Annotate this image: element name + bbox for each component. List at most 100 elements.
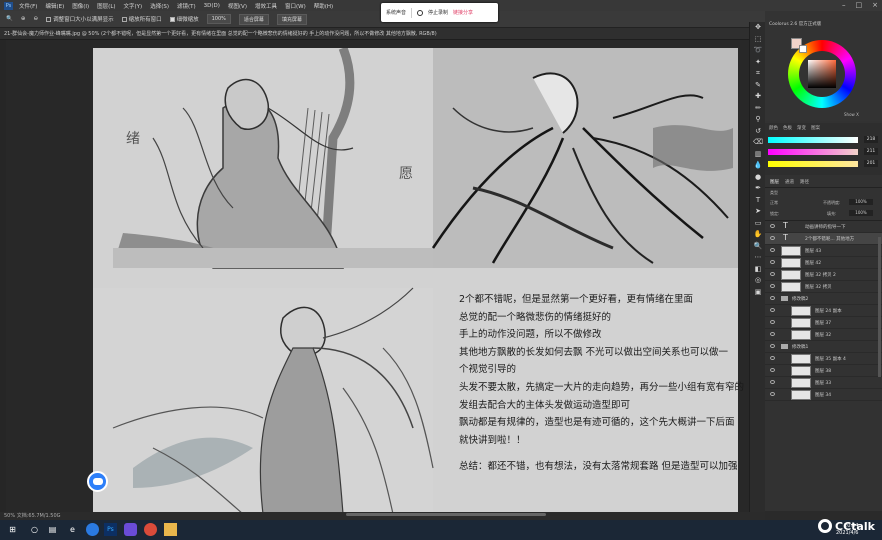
system-audio-toggle[interactable]: 系统声音 xyxy=(386,9,406,16)
slider-g[interactable]: 211 xyxy=(768,147,882,157)
tab-channels[interactable]: 通道 xyxy=(785,179,794,185)
layer-row[interactable]: 图层 35 副本 4 xyxy=(765,353,882,365)
zoom-out-icon[interactable]: ⊖ xyxy=(33,16,38,22)
color-mode-label[interactable]: Show X xyxy=(844,112,859,117)
hand-tool-icon[interactable]: ✋ xyxy=(750,229,766,241)
menu-edit[interactable]: 编辑(E) xyxy=(45,2,64,10)
slider-track[interactable] xyxy=(768,137,858,143)
close-icon[interactable]: × xyxy=(872,1,878,9)
brush-tool-icon[interactable]: ✏ xyxy=(750,103,766,115)
app-purple-icon[interactable] xyxy=(124,523,137,536)
saturation-square[interactable] xyxy=(808,60,836,88)
foreground-color-icon[interactable]: ◧ xyxy=(750,264,766,276)
layer-row[interactable]: T 动画讲师的指导一下 xyxy=(765,221,882,233)
tab-gradients[interactable]: 渐变 xyxy=(797,125,806,131)
marquee-tool-icon[interactable]: ⬚ xyxy=(750,34,766,46)
layer-row[interactable]: 图层 32 xyxy=(765,329,882,341)
layer-group-row[interactable]: 修改稿1 xyxy=(765,341,882,353)
tab-paths[interactable]: 路径 xyxy=(800,179,809,185)
blur-tool-icon[interactable]: 💧 xyxy=(750,160,766,172)
move-tool-icon[interactable]: ✥ xyxy=(750,22,766,34)
visibility-eye-icon[interactable] xyxy=(770,320,775,324)
quick-mask-icon[interactable]: ◎ xyxy=(750,275,766,287)
layer-row[interactable]: 图层 32 拷贝 xyxy=(765,281,882,293)
menu-plugins[interactable]: 增效工具 xyxy=(255,2,277,10)
menu-3d[interactable]: 3D(D) xyxy=(204,3,220,9)
menu-image[interactable]: 图像(I) xyxy=(72,2,89,10)
fill-screen-button[interactable]: 填充屏幕 xyxy=(276,13,307,25)
visibility-eye-icon[interactable] xyxy=(770,296,775,300)
scrubby-zoom-option[interactable]: 细微缩放 xyxy=(169,15,199,23)
layer-row[interactable]: 图层 43 xyxy=(765,245,882,257)
visibility-eye-icon[interactable] xyxy=(770,284,775,288)
pen-tool-icon[interactable]: ✒ xyxy=(750,183,766,195)
gradient-tool-icon[interactable]: ▥ xyxy=(750,149,766,161)
tab-color[interactable]: 颜色 xyxy=(769,125,778,131)
stop-record-icon[interactable] xyxy=(417,9,424,16)
share-link-button[interactable]: 链接分享 xyxy=(453,9,473,16)
layer-row[interactable]: 图层 38 xyxy=(765,365,882,377)
visibility-eye-icon[interactable] xyxy=(770,380,775,384)
app-red-icon[interactable] xyxy=(144,523,157,536)
layer-row[interactable]: 图层 24 副本 xyxy=(765,305,882,317)
slider-value[interactable]: 201 xyxy=(864,160,878,167)
layers-scrollbar[interactable] xyxy=(878,237,881,377)
more-tools-icon[interactable]: ⋯ xyxy=(750,252,766,264)
history-brush-icon[interactable]: ↺ xyxy=(750,126,766,138)
tab-patterns[interactable]: 图案 xyxy=(811,125,820,131)
zoom-tool-icon[interactable]: 🔍 xyxy=(750,241,766,253)
screen-mode-icon[interactable]: ▣ xyxy=(750,287,766,299)
fit-screen-button[interactable]: 适合屏幕 xyxy=(238,13,269,25)
menu-window[interactable]: 窗口(W) xyxy=(285,2,306,10)
zoom-in-icon[interactable]: ⊕ xyxy=(21,16,26,22)
dodge-tool-icon[interactable]: ● xyxy=(750,172,766,184)
zoom-value-field[interactable]: 100% xyxy=(206,14,231,24)
visibility-eye-icon[interactable] xyxy=(770,248,775,252)
slider-b[interactable]: 201 xyxy=(768,159,882,169)
windows-start-icon[interactable]: ⊞ xyxy=(6,523,19,536)
blend-mode-select[interactable]: 正常 xyxy=(770,200,778,206)
slider-r[interactable]: 218 xyxy=(768,135,882,145)
menu-file[interactable]: 文件(F) xyxy=(19,2,37,10)
menu-help[interactable]: 帮助(H) xyxy=(314,2,333,10)
quick-select-icon[interactable]: ✦ xyxy=(750,57,766,69)
menu-layer[interactable]: 图层(L) xyxy=(97,2,115,10)
file-explorer-icon[interactable] xyxy=(164,523,177,536)
slider-value[interactable]: 218 xyxy=(864,136,878,143)
task-view-icon[interactable]: ▤ xyxy=(46,523,59,536)
layer-row[interactable]: 图层 37 xyxy=(765,317,882,329)
kind-filter[interactable]: 类型 xyxy=(770,190,778,196)
visibility-eye-icon[interactable] xyxy=(770,224,775,228)
menu-type[interactable]: 文字(Y) xyxy=(124,2,143,10)
zoom-all-option[interactable]: 缩放所有窗口 xyxy=(121,15,162,23)
zoom-tool-icon[interactable]: 🔍 xyxy=(6,16,13,22)
scroll-thumb[interactable] xyxy=(346,513,546,516)
layer-row[interactable]: T 2个都不错呢... 其他地方 xyxy=(765,233,882,245)
visibility-eye-icon[interactable] xyxy=(770,260,775,264)
layer-row[interactable]: 图层 33 xyxy=(765,377,882,389)
visibility-eye-icon[interactable] xyxy=(770,236,775,240)
healing-brush-icon[interactable]: ✚ xyxy=(750,91,766,103)
visibility-eye-icon[interactable] xyxy=(770,356,775,360)
photoshop-app-icon[interactable]: Ps xyxy=(104,523,117,536)
tab-layers[interactable]: 图层 xyxy=(770,179,779,185)
visibility-eye-icon[interactable] xyxy=(770,368,775,372)
chrome-icon[interactable] xyxy=(86,523,99,536)
layer-row[interactable]: 图层 34 xyxy=(765,389,882,401)
slider-value[interactable]: 211 xyxy=(864,148,878,155)
background-swatch[interactable] xyxy=(799,45,807,53)
search-icon[interactable]: ○ xyxy=(28,523,41,536)
layer-group-row[interactable]: 修改稿2 xyxy=(765,293,882,305)
layer-row[interactable]: 图层 42 xyxy=(765,257,882,269)
layer-row[interactable]: 图层 32 拷贝 2 xyxy=(765,269,882,281)
crop-tool-icon[interactable]: ⌗ xyxy=(750,68,766,80)
menu-filter[interactable]: 滤镜(T) xyxy=(177,2,196,10)
menu-view[interactable]: 视图(V) xyxy=(228,2,247,10)
clone-stamp-icon[interactable]: ⚲ xyxy=(750,114,766,126)
visibility-eye-icon[interactable] xyxy=(770,308,775,312)
fill-field[interactable]: 100% xyxy=(849,210,873,216)
shape-tool-icon[interactable]: ▭ xyxy=(750,218,766,230)
edge-browser-icon[interactable]: e xyxy=(66,523,79,536)
lasso-tool-icon[interactable]: ➰ xyxy=(750,45,766,57)
type-tool-icon[interactable]: T xyxy=(750,195,766,207)
